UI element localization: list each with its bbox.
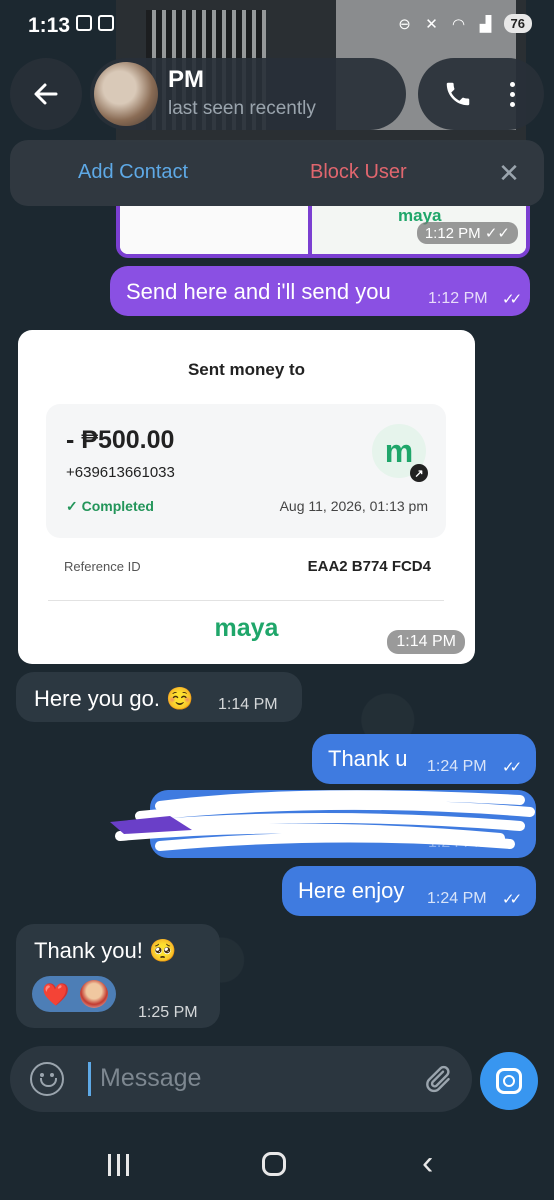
- calendar-icon: [98, 15, 114, 31]
- contact-info[interactable]: PM last seen recently: [90, 58, 406, 130]
- receipt-date: Aug 11, 2026, 01:13 pm: [279, 498, 428, 514]
- home-icon[interactable]: [262, 1152, 286, 1176]
- message-text: Here enjoy: [298, 878, 405, 903]
- image-message-bottom[interactable]: maya 1:12 PM ✓✓: [116, 206, 530, 258]
- contact-name: PM: [168, 66, 204, 93]
- contact-status: last seen recently: [168, 98, 316, 119]
- message-text: Thank you! 🥺: [34, 938, 177, 963]
- emoji-icon[interactable]: [30, 1062, 64, 1096]
- reaction-badge[interactable]: ❤️: [32, 976, 116, 1012]
- read-receipt-icon: ✓✓: [502, 291, 522, 308]
- screenshot-icon: [76, 15, 92, 31]
- redaction-scribble: [110, 790, 535, 851]
- more-dot: [509, 91, 515, 97]
- more-dot: [509, 101, 515, 107]
- recent-apps-icon[interactable]: [108, 1154, 129, 1176]
- avatar[interactable]: [94, 62, 158, 126]
- paperclip-svg: [426, 1065, 450, 1093]
- dnd-icon: ⊖: [398, 15, 411, 33]
- message-bubble-outgoing[interactable]: Thank u 1:24 PM ✓✓: [312, 734, 536, 784]
- message-text: Here you go. ☺️: [34, 686, 194, 711]
- battery-indicator: 76: [503, 14, 532, 33]
- reference-label: Reference ID: [64, 559, 141, 574]
- back-button[interactable]: [10, 58, 82, 130]
- camera-icon[interactable]: [480, 1052, 538, 1110]
- receipt-title: Sent money to: [187, 360, 306, 379]
- receipt-amount: - ₱500.00: [66, 426, 175, 454]
- message-time: 1:14 PM: [218, 696, 278, 713]
- heart-icon: ❤️: [42, 982, 70, 1007]
- more-menu-button[interactable]: [494, 72, 530, 116]
- message-input[interactable]: [98, 1063, 402, 1094]
- nav-back-icon[interactable]: ‹: [422, 1146, 452, 1180]
- message-bubble-outgoing[interactable]: Send here and i'll send you 1:12 PM ✓✓: [110, 266, 530, 316]
- chat-header: PM last seen recently: [10, 58, 544, 130]
- paperclip-icon[interactable]: [418, 1060, 456, 1098]
- block-user-button[interactable]: Block User: [310, 161, 407, 184]
- header-actions: [418, 58, 544, 130]
- camera-shape: [496, 1068, 522, 1094]
- text-caret: [88, 1062, 91, 1096]
- phone-icon: [446, 82, 470, 106]
- system-icons: ⊖ ✕ ◠ ▟ 76: [396, 14, 532, 33]
- emoji-mouth: [40, 1078, 57, 1087]
- notification-icons: [76, 15, 114, 31]
- message-time: 1:12 PM ✓✓: [416, 222, 518, 244]
- maya-logo-letter: m: [384, 432, 414, 469]
- message-time: 1:24 PM: [427, 758, 487, 775]
- signal-icon: ▟: [479, 15, 492, 33]
- message-time-text: 1:12 PM: [424, 225, 481, 242]
- add-block-bar: Add Contact Block User ✕: [10, 140, 544, 206]
- read-receipt-icon: ✓✓: [502, 759, 522, 776]
- message-time: 1:12 PM: [428, 290, 488, 307]
- message-time: 1:14 PM: [387, 630, 465, 654]
- reactor-avatar: [80, 980, 108, 1008]
- message-composer: [10, 1046, 472, 1112]
- message-bubble-incoming[interactable]: Thank you! 🥺 ❤️ 1:25 PM: [16, 924, 220, 1028]
- receipt-status: ✓ Completed: [66, 498, 154, 514]
- receipt-phone: +639613661033: [66, 464, 175, 481]
- system-nav-bar: ‹: [0, 1128, 554, 1200]
- receipt-image-message[interactable]: Sent money to - ₱500.00 +639613661033 ✓ …: [18, 330, 475, 664]
- message-text: Thank u: [328, 746, 408, 771]
- back-arrow-icon: [34, 83, 58, 105]
- status-bar: 1:13 ⊖ ✕ ◠ ▟ 76: [0, 0, 554, 52]
- read-receipt-icon: ✓✓: [502, 891, 522, 908]
- status-time: 1:13: [28, 14, 71, 37]
- message-bubble-outgoing[interactable]: Here enjoy 1:24 PM ✓✓: [282, 866, 536, 916]
- message-bubble-incoming[interactable]: Here you go. ☺️ 1:14 PM: [16, 672, 302, 722]
- receipt-summary: - ₱500.00 +639613661033 ✓ Completed Aug …: [46, 404, 446, 538]
- call-button[interactable]: [436, 72, 480, 116]
- arrow-out-icon: ↗: [410, 464, 428, 482]
- add-contact-button[interactable]: Add Contact: [78, 161, 188, 184]
- message-time: 1:25 PM: [138, 1004, 198, 1021]
- wifi-icon: ◠: [451, 15, 466, 33]
- divider: [48, 600, 444, 601]
- maya-logo-icon: m ↗: [372, 424, 428, 482]
- more-vertical-icon: [509, 81, 515, 87]
- read-receipt-icon: ✓✓: [484, 225, 510, 242]
- message-time: 1:24 PM: [427, 890, 487, 907]
- reference-value: EAA2 B774 FCD4: [307, 558, 431, 575]
- message-text: Send here and i'll send you: [126, 279, 391, 304]
- image-panel-left: [120, 206, 312, 254]
- mute-icon: ✕: [425, 15, 438, 33]
- close-icon[interactable]: ✕: [494, 158, 524, 188]
